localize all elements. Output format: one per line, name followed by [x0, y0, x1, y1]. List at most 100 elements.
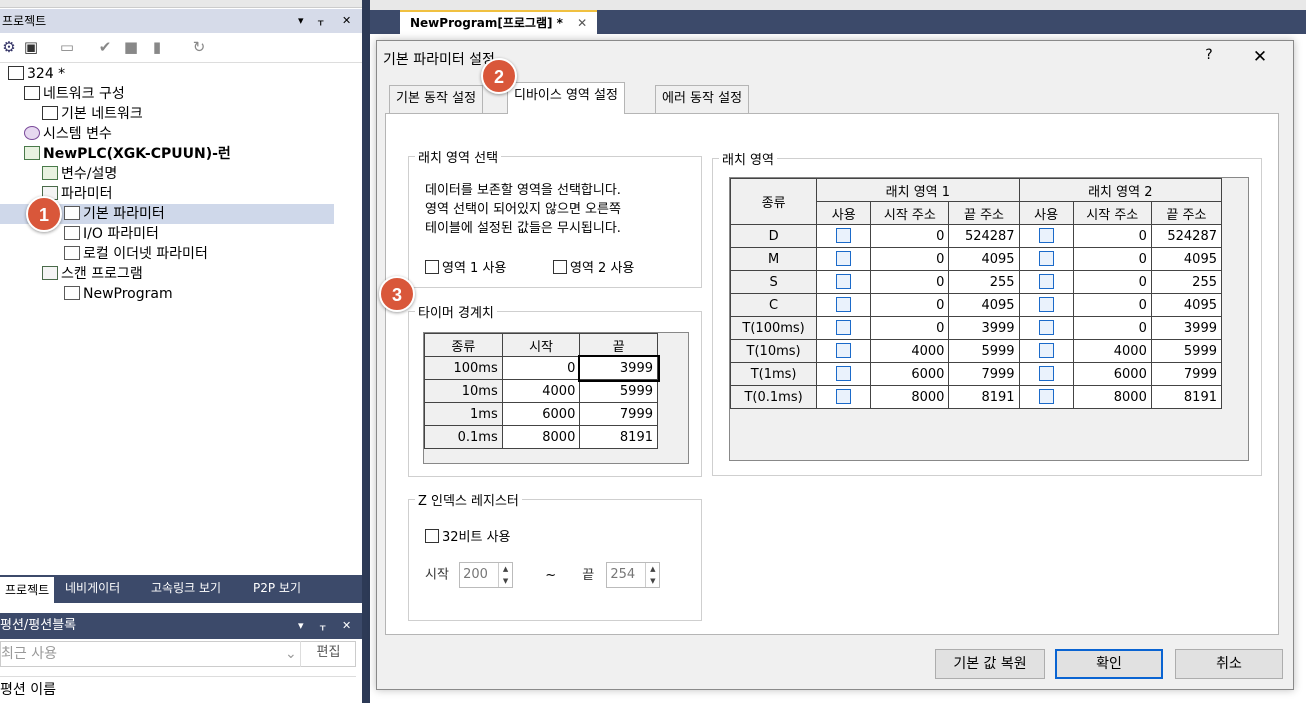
checkbox-icon[interactable]	[1038, 273, 1054, 289]
refresh-icon[interactable]: ↻	[190, 38, 208, 56]
checkbox-icon[interactable]	[425, 529, 439, 543]
checkbox-icon[interactable]	[836, 296, 852, 312]
checkbox-icon[interactable]	[1038, 296, 1054, 312]
latch-use-cell[interactable]	[1018, 224, 1074, 248]
latch-end-cell[interactable]: 3999	[948, 316, 1020, 340]
lock-icon[interactable]: ■	[122, 38, 140, 56]
latch-start-cell[interactable]: 0	[1072, 247, 1152, 271]
latch-use-cell[interactable]	[816, 247, 872, 271]
chevron-down-icon[interactable]: ⌄	[285, 642, 297, 666]
tree-item[interactable]: 시스템 변수	[24, 124, 112, 144]
latch-end-cell[interactable]: 4095	[948, 247, 1020, 271]
module-icon[interactable]: ▭	[58, 38, 76, 56]
checkbox-icon[interactable]	[425, 260, 439, 274]
latch-end-cell[interactable]: 8191	[948, 385, 1020, 409]
timer-start-cell[interactable]: 6000	[501, 402, 581, 426]
tree-item[interactable]: 네트워크 구성	[24, 84, 125, 104]
latch-use-cell[interactable]	[1018, 362, 1074, 386]
latch-start-cell[interactable]: 0	[1072, 224, 1152, 248]
timer-start-cell[interactable]: 8000	[501, 425, 581, 449]
tree-item[interactable]: 324 *	[8, 64, 65, 84]
latch-start-cell[interactable]: 0	[870, 224, 950, 248]
timer-end-cell[interactable]: 3999	[577, 354, 660, 382]
latch-use-cell[interactable]	[816, 270, 872, 294]
start-spinner[interactable]: 200 ▲ ▼	[459, 562, 514, 588]
latch-use-cell[interactable]	[816, 316, 872, 340]
tree-item[interactable]: 로컬 이더넷 파라미터	[64, 244, 208, 264]
pane-close-icon[interactable]: ✕	[342, 9, 351, 33]
latch-start-cell[interactable]: 0	[1072, 270, 1152, 294]
function-pane-options-icon[interactable]: ▾	[298, 613, 304, 639]
latch-start-cell[interactable]: 0	[1072, 293, 1152, 317]
latch-end-cell[interactable]: 5999	[1150, 339, 1223, 363]
latch-end-cell[interactable]: 4095	[1150, 293, 1223, 317]
tab-highspeed-link[interactable]: 고속링크 보기	[146, 575, 226, 603]
checkbox-icon[interactable]	[836, 319, 852, 335]
latch-start-cell[interactable]: 8000	[1072, 385, 1152, 409]
latch-use-cell[interactable]	[1018, 316, 1074, 340]
latch-use-cell[interactable]	[816, 362, 872, 386]
latch-use-cell[interactable]	[816, 224, 872, 248]
plc-icon[interactable]: ▣	[22, 38, 40, 56]
checkbox-icon[interactable]	[836, 227, 852, 243]
tab-p2p[interactable]: P2P 보기	[248, 575, 306, 603]
tab-project[interactable]: 프로젝트	[0, 575, 55, 603]
checkbox-icon[interactable]	[836, 388, 852, 404]
end-spinner[interactable]: 254 ▲ ▼	[606, 562, 661, 588]
timer-end-cell[interactable]: 5999	[579, 379, 658, 403]
spinner-arrows-icon[interactable]: ▲ ▼	[498, 563, 512, 587]
latch-end-cell[interactable]: 8191	[1150, 385, 1223, 409]
latch-start-cell[interactable]: 0	[1072, 316, 1152, 340]
tab-device-area[interactable]: 디바이스 영역 설정	[507, 82, 625, 114]
tree-item[interactable]: I/O 파라미터	[64, 224, 159, 244]
checkbox-icon[interactable]	[836, 273, 852, 289]
latch-end-cell[interactable]: 7999	[948, 362, 1020, 386]
latch-use-cell[interactable]	[1018, 247, 1074, 271]
checkbox-icon[interactable]	[836, 342, 852, 358]
latch-start-cell[interactable]: 0	[870, 316, 950, 340]
tab-newprogram[interactable]: NewProgram[프로그램] * ✕	[400, 10, 598, 34]
timer-end-cell[interactable]: 7999	[579, 402, 658, 426]
latch-end-cell[interactable]: 5999	[948, 339, 1020, 363]
latch-start-cell[interactable]: 6000	[1072, 362, 1152, 386]
latch-end-cell[interactable]: 255	[1150, 270, 1223, 294]
timer-end-cell[interactable]: 8191	[579, 425, 658, 449]
latch-use-cell[interactable]	[1018, 385, 1074, 409]
spinner-arrows-icon[interactable]: ▲ ▼	[645, 563, 659, 587]
checkbox-icon[interactable]	[1038, 388, 1054, 404]
pane-pin-icon[interactable]: ᚁ	[318, 9, 323, 33]
function-edit-button[interactable]: 편집	[300, 641, 356, 667]
latch-start-cell[interactable]: 0	[870, 247, 950, 271]
tab-basic-operation[interactable]: 기본 동작 설정	[389, 85, 484, 113]
pane-options-icon[interactable]: ▾	[298, 9, 304, 33]
close-icon[interactable]: ✕	[1245, 45, 1275, 69]
latch-start-cell[interactable]: 4000	[870, 339, 950, 363]
tab-error-operation[interactable]: 에러 동작 설정	[655, 85, 750, 113]
timer-start-cell[interactable]: 4000	[501, 379, 581, 403]
checkbox-icon[interactable]	[1038, 227, 1054, 243]
latch-end-cell[interactable]: 524287	[1150, 224, 1223, 248]
latch-end-cell[interactable]: 524287	[948, 224, 1020, 248]
latch-end-cell[interactable]: 7999	[1150, 362, 1223, 386]
latch-start-cell[interactable]: 4000	[1072, 339, 1152, 363]
latch-use-cell[interactable]	[1018, 293, 1074, 317]
tree-item[interactable]: 변수/설명	[42, 164, 117, 184]
latch-end-cell[interactable]: 4095	[1150, 247, 1223, 271]
book-icon[interactable]: ▮	[148, 38, 166, 56]
latch-use-cell[interactable]	[816, 293, 872, 317]
close-icon[interactable]: ✕	[577, 16, 587, 30]
latch-use-cell[interactable]	[1018, 339, 1074, 363]
latch-use-cell[interactable]	[1018, 270, 1074, 294]
help-icon[interactable]: ?	[1199, 47, 1219, 67]
latch-start-cell[interactable]: 6000	[870, 362, 950, 386]
checkbox-icon[interactable]	[1038, 319, 1054, 335]
function-pane-pin-icon[interactable]: ᚁ	[320, 613, 325, 639]
latch-use-cell[interactable]	[816, 385, 872, 409]
connect-icon[interactable]: ⚙	[0, 38, 18, 56]
latch-start-cell[interactable]: 0	[870, 270, 950, 294]
latch-end-cell[interactable]: 255	[948, 270, 1020, 294]
cancel-button[interactable]: 취소	[1175, 649, 1283, 679]
latch-end-cell[interactable]: 4095	[948, 293, 1020, 317]
latch-start-cell[interactable]: 0	[870, 293, 950, 317]
function-pane-close-icon[interactable]: ✕	[342, 613, 351, 639]
